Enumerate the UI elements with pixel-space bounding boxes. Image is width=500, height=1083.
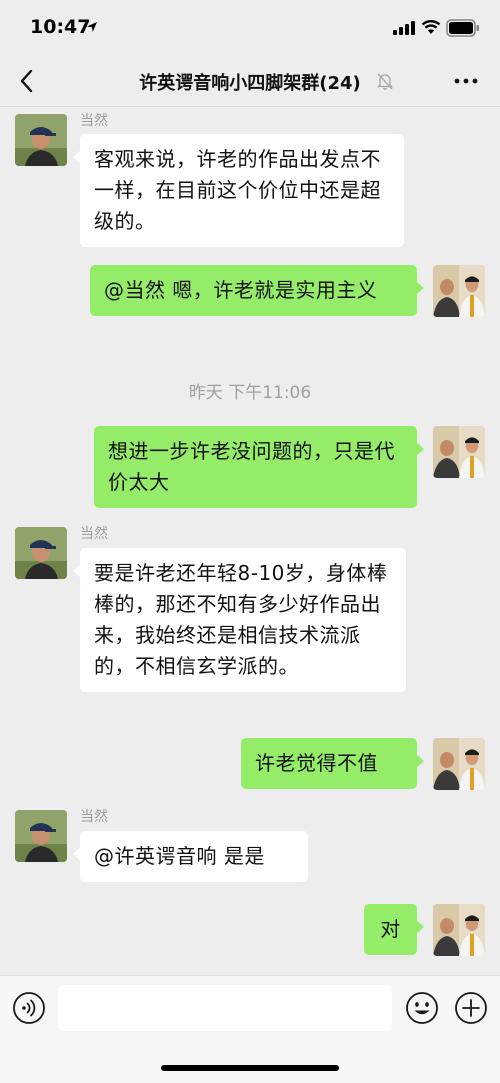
wifi-icon xyxy=(421,20,441,34)
my-avatar[interactable] xyxy=(433,426,485,478)
people-photo-icon xyxy=(433,265,485,317)
message-input[interactable] xyxy=(58,985,392,1031)
status-bar: 10:47 xyxy=(0,0,500,56)
more-options-icon[interactable] xyxy=(452,70,480,92)
people-photo-icon xyxy=(433,738,485,790)
person-photo-icon xyxy=(15,114,67,166)
chat-title: 许英谔音响小四脚架群(24) xyxy=(139,73,361,94)
signal-icon xyxy=(393,21,415,35)
outgoing-message[interactable]: 想进一步许老没问题的，只是代价太大 xyxy=(94,426,424,508)
person-photo-icon xyxy=(15,527,67,579)
mute-bell-icon xyxy=(376,73,394,90)
incoming-message[interactable]: 要是许老还年轻8-10岁，身体棒棒的，那还不知有多少好作品出来，我始终还是相信技… xyxy=(73,548,406,692)
my-avatar[interactable] xyxy=(433,738,485,790)
message-timestamp: 昨天 下午11:06 xyxy=(188,383,312,403)
sender-avatar[interactable] xyxy=(15,810,67,862)
outgoing-message[interactable]: 许老觉得不值 xyxy=(241,738,424,789)
my-avatar[interactable] xyxy=(433,265,485,317)
voice-input-icon[interactable] xyxy=(12,991,46,1025)
emoji-icon[interactable] xyxy=(405,991,439,1025)
location-arrow-icon xyxy=(87,22,97,32)
people-photo-icon xyxy=(433,904,485,956)
people-photo-icon xyxy=(433,426,485,478)
sender-name: 当然 xyxy=(80,809,108,825)
person-photo-icon xyxy=(15,810,67,862)
outgoing-message[interactable]: @当然 嗯，许老就是实用主义 xyxy=(90,265,424,316)
incoming-message[interactable]: @许英谔音响 是是 xyxy=(73,831,308,882)
incoming-message[interactable]: 客观来说，许老的作品出发点不一样，在目前这个价位中还是超级的。 xyxy=(73,134,404,247)
battery-icon xyxy=(446,19,479,37)
chat-header: 许英谔音响小四脚架群(24) xyxy=(0,56,500,107)
my-avatar[interactable] xyxy=(433,904,485,956)
plus-icon[interactable] xyxy=(454,991,488,1025)
sender-avatar[interactable] xyxy=(15,527,67,579)
status-time: 10:47 xyxy=(30,16,91,38)
home-indicator xyxy=(161,1065,339,1071)
sender-avatar[interactable] xyxy=(15,114,67,166)
sender-name: 当然 xyxy=(80,113,108,129)
sender-name: 当然 xyxy=(80,526,108,542)
outgoing-message[interactable]: 对 xyxy=(364,904,424,955)
